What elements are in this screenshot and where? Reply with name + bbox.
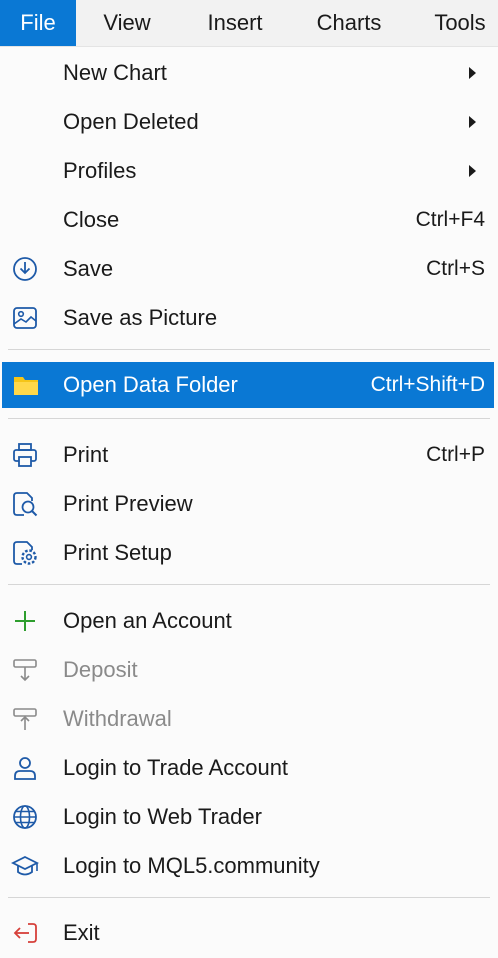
menu-item-label: Login to MQL5.community <box>63 853 320 878</box>
menu-charts[interactable]: Charts <box>306 0 392 46</box>
menu-item-label: Withdrawal <box>63 706 172 731</box>
user-icon <box>14 757 36 780</box>
menu-item-label: Profiles <box>63 158 137 183</box>
menu-item-save-as-picture[interactable]: Save as Picture <box>4 294 494 342</box>
print-preview-icon <box>13 492 38 517</box>
menu-item-label: Print <box>63 442 109 467</box>
printer-icon <box>13 443 37 467</box>
menu-item-label: Save as Picture <box>63 305 218 330</box>
deposit-icon <box>13 659 37 682</box>
menu-item-label: Print Preview <box>63 491 193 516</box>
menu-tools[interactable]: Tools <box>422 0 498 46</box>
menu-item-label: Open an Account <box>63 608 232 633</box>
graduation-cap-icon <box>11 855 39 876</box>
menu-item-print-preview[interactable]: Print Preview <box>4 480 494 528</box>
menu-item-login-mql5-community[interactable]: Login to MQL5.community <box>4 842 494 890</box>
globe-icon <box>13 805 37 829</box>
menu-item-label: Save <box>63 256 114 281</box>
submenu-arrow-icon <box>469 67 476 79</box>
menu-file[interactable]: File <box>0 0 76 46</box>
menu-item-new-chart[interactable]: New Chart <box>4 49 494 97</box>
submenu-arrow-icon <box>469 116 476 128</box>
menu-item-print[interactable]: Print Ctrl+P <box>4 431 494 479</box>
menu-item-label: Print Setup <box>63 540 172 565</box>
menu-item-exit[interactable]: Exit <box>4 909 494 957</box>
menu-bar: File View Insert Charts Tools <box>0 0 498 47</box>
menu-separator <box>8 349 490 350</box>
shortcut-label: Ctrl+P <box>426 443 485 466</box>
menu-item-save[interactable]: Save Ctrl+S <box>4 245 494 293</box>
save-icon <box>13 257 37 281</box>
shortcut-label: Ctrl+F4 <box>415 208 485 231</box>
file-dropdown-menu: New Chart Open Deleted Profiles Close Ct… <box>0 47 498 958</box>
menu-item-profiles[interactable]: Profiles <box>4 147 494 195</box>
menu-separator <box>8 418 490 419</box>
shortcut-label: Ctrl+Shift+D <box>370 373 485 396</box>
menu-separator <box>8 584 490 585</box>
plus-icon <box>15 611 35 631</box>
menu-item-open-deleted[interactable]: Open Deleted <box>4 98 494 146</box>
menu-item-label: Login to Web Trader <box>63 804 262 829</box>
menu-item-open-data-folder[interactable]: Open Data Folder Ctrl+Shift+D <box>2 362 494 408</box>
menu-item-print-setup[interactable]: Print Setup <box>4 529 494 577</box>
menu-item-label: Open Deleted <box>63 109 199 134</box>
picture-icon <box>13 307 37 329</box>
menu-view[interactable]: View <box>94 0 160 46</box>
shortcut-label: Ctrl+S <box>426 257 485 280</box>
print-setup-icon <box>13 541 37 565</box>
submenu-arrow-icon <box>469 165 476 177</box>
menu-item-close[interactable]: Close Ctrl+F4 <box>4 196 494 244</box>
menu-item-label: Exit <box>63 920 100 945</box>
withdrawal-icon <box>13 708 37 730</box>
menu-item-label: Close <box>63 207 120 232</box>
folder-icon <box>14 377 38 395</box>
menu-separator <box>8 897 490 898</box>
menu-item-label: Deposit <box>63 657 138 682</box>
menu-item-open-account[interactable]: Open an Account <box>4 597 494 645</box>
menu-insert[interactable]: Insert <box>192 0 278 46</box>
menu-item-label: Open Data Folder <box>63 372 238 397</box>
menu-item-label: Login to Trade Account <box>63 755 289 780</box>
menu-item-withdrawal[interactable]: Withdrawal <box>4 695 494 743</box>
exit-icon <box>13 923 37 943</box>
menu-item-login-trade-account[interactable]: Login to Trade Account <box>4 744 494 792</box>
menu-item-label: New Chart <box>63 60 167 85</box>
menu-item-login-web-trader[interactable]: Login to Web Trader <box>4 793 494 841</box>
menu-item-deposit[interactable]: Deposit <box>4 646 494 694</box>
